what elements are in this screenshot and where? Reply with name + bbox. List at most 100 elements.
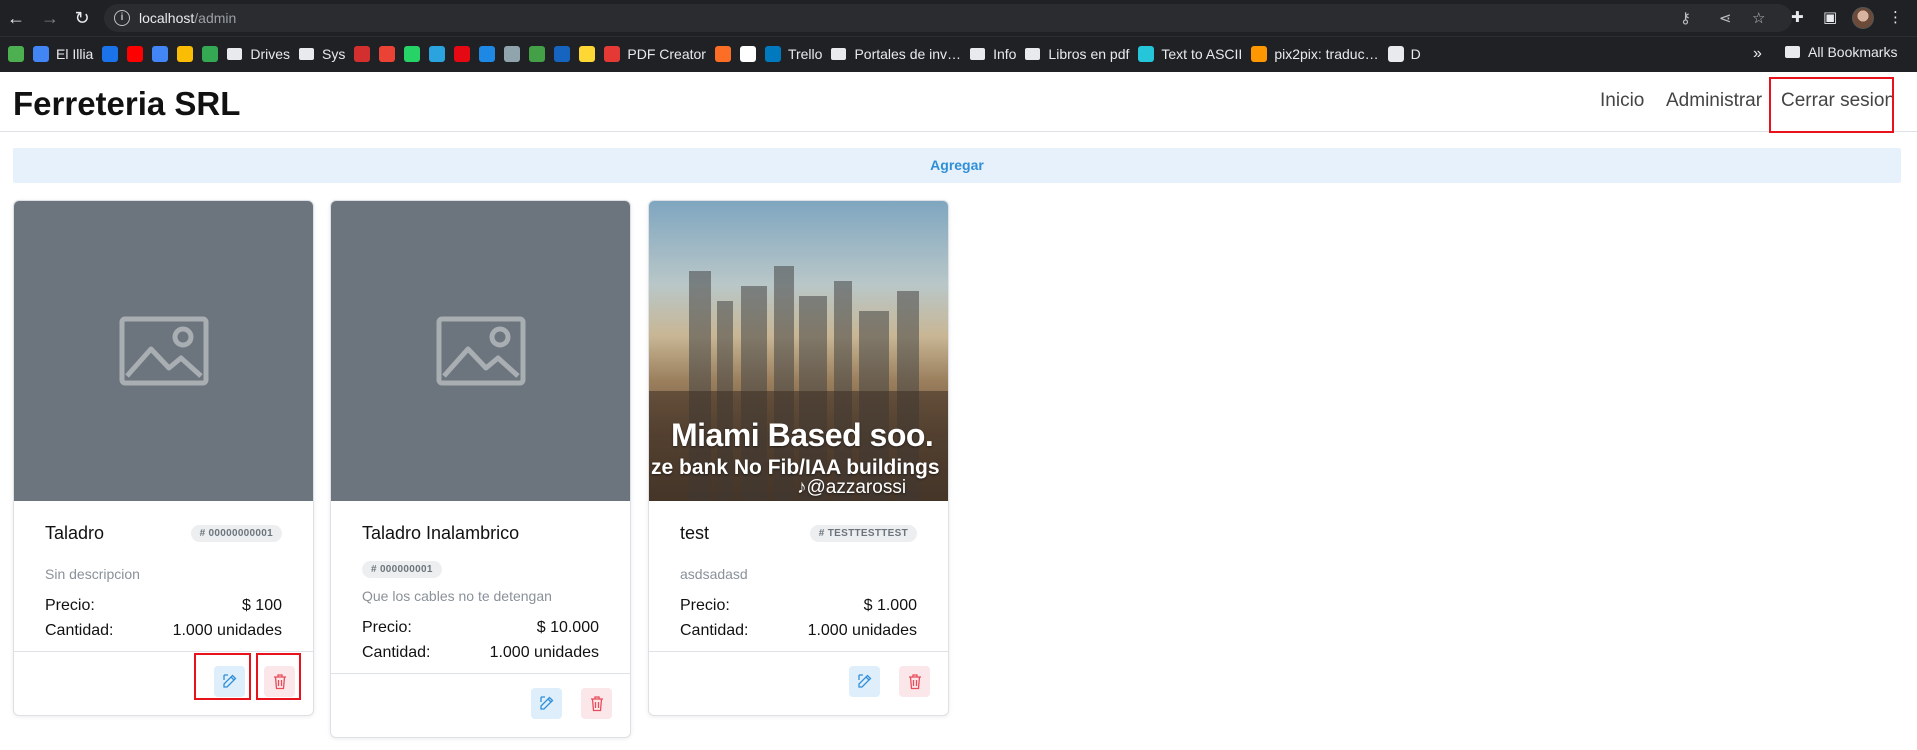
bookmark-label: Drives	[250, 46, 291, 62]
bookmark-item[interactable]: Libros en pdf	[1025, 43, 1129, 65]
drive-icon	[202, 46, 219, 62]
calendar-icon	[102, 46, 119, 62]
product-code-badge: # 00000000001	[190, 525, 282, 542]
bookmark-item[interactable]	[554, 43, 571, 65]
globe-icon	[1387, 46, 1404, 62]
product-image-placeholder	[14, 201, 313, 501]
bookmark-item[interactable]	[379, 43, 396, 65]
bookmark-item[interactable]	[714, 43, 731, 65]
bookmark-item[interactable]	[202, 43, 219, 65]
extensions-icon[interactable]: ✚	[1791, 8, 1804, 28]
bookmark-item[interactable]	[354, 43, 371, 65]
folder-icon	[1025, 48, 1041, 60]
edit-button[interactable]	[849, 666, 880, 697]
bookmark-item[interactable]	[479, 43, 496, 65]
tool-icon	[504, 46, 521, 62]
key-icon[interactable]: ⚷	[1680, 10, 1691, 28]
side-panel-icon[interactable]: ▣	[1823, 8, 1837, 28]
bookmark-label: Trello	[787, 46, 823, 62]
address-bar[interactable]: i localhost/admin ⚷ ⋖ ☆	[104, 4, 1792, 32]
delete-button[interactable]	[899, 666, 930, 697]
bookmark-item[interactable]: PDF Creator	[604, 43, 706, 65]
url-text[interactable]: localhost/admin	[139, 10, 236, 26]
bookmark-item[interactable]	[454, 43, 471, 65]
edit-button[interactable]	[531, 688, 562, 719]
bookmark-item[interactable]	[8, 43, 24, 65]
price-label: Precio:	[45, 597, 95, 614]
product-photo: Miami Based soo. ze bank No Fib/IAA buil…	[649, 201, 948, 501]
bookmark-item[interactable]	[579, 43, 596, 65]
product-code-badge: # 000000001	[362, 561, 442, 578]
bookmark-item[interactable]: Drives	[227, 43, 290, 65]
bookmark-item[interactable]: Text to ASCII	[1138, 43, 1242, 65]
menu-dots-icon[interactable]: ⋮	[1888, 8, 1903, 28]
bookmark-item[interactable]: Trello	[764, 43, 823, 65]
bookmark-item[interactable]: D	[1387, 43, 1421, 65]
translate-icon	[152, 46, 169, 62]
quantity-label: Cantidad:	[362, 644, 431, 661]
forward-arrow-icon[interactable]: →	[38, 6, 62, 30]
all-bookmarks[interactable]: All Bookmarks	[1785, 44, 1897, 60]
price-row: Precio: $ 10.000	[362, 619, 599, 637]
agregar-button[interactable]: Agregar	[13, 148, 1901, 183]
price-label: Precio:	[362, 619, 412, 636]
nav-inicio[interactable]: Inicio	[1600, 90, 1644, 112]
bookmark-star-icon[interactable]: ☆	[1752, 10, 1765, 28]
product-description: asdsadasd	[680, 566, 748, 582]
bookmark-item[interactable]: Info	[970, 43, 1016, 65]
folder-icon	[831, 48, 847, 60]
all-bookmarks-label: All Bookmarks	[1808, 44, 1898, 60]
bookmark-label: D	[1410, 46, 1421, 62]
bookmark-item[interactable]	[739, 43, 756, 65]
bookmark-label: Sys	[322, 46, 346, 62]
card-actions	[649, 651, 948, 715]
doc-icon	[529, 46, 546, 62]
quantity-row: Cantidad: 1.000 unidades	[362, 644, 599, 662]
bookmark-item[interactable]: Sys	[299, 43, 345, 65]
price-value: $ 100	[241, 597, 282, 614]
bookmark-item[interactable]: Portales de inv…	[831, 43, 961, 65]
price-value: $ 1.000	[863, 597, 917, 614]
brand-title[interactable]: Ferreteria SRL	[13, 85, 240, 123]
quantity-row: Cantidad: 1.000 unidades	[45, 622, 282, 640]
site-info-icon[interactable]: i	[114, 10, 130, 26]
edit-icon	[540, 696, 554, 710]
bookmark-item[interactable]: pix2pix: traduc…	[1251, 43, 1379, 65]
bookmark-item[interactable]: El Illia	[33, 43, 93, 65]
trash-icon	[909, 674, 921, 690]
app-icon	[8, 46, 24, 62]
product-card: Miami Based soo. ze bank No Fib/IAA buil…	[648, 200, 949, 716]
share-icon[interactable]: ⋖	[1719, 10, 1732, 28]
image-icon	[119, 316, 209, 386]
profile-avatar[interactable]	[1852, 7, 1874, 29]
html-icon	[554, 46, 571, 62]
bookmark-label: Info	[993, 46, 1017, 62]
whatsapp-icon	[404, 46, 421, 62]
bookmark-item[interactable]	[177, 43, 194, 65]
quantity-row: Cantidad: 1.000 unidades	[680, 622, 917, 640]
back-arrow-icon[interactable]: ←	[4, 6, 28, 30]
trash-icon	[591, 696, 603, 712]
bookmark-item[interactable]	[127, 43, 144, 65]
bookmark-item[interactable]	[102, 43, 119, 65]
bookmark-item[interactable]	[529, 43, 546, 65]
more-bookmarks-chevron-icon[interactable]: »	[1753, 45, 1762, 63]
product-card: Taladro Inalambrico # 000000001 Que los …	[330, 200, 631, 738]
photo-handle: @azzarossi	[806, 477, 907, 498]
reload-icon[interactable]: ↻	[70, 6, 94, 30]
pdf-icon	[604, 46, 621, 62]
product-name: test	[680, 523, 710, 543]
bookmark-item[interactable]	[152, 43, 169, 65]
delete-button[interactable]	[581, 688, 612, 719]
bookmark-item[interactable]	[429, 43, 446, 65]
folder-icon	[970, 48, 986, 60]
bookmark-item[interactable]	[504, 43, 521, 65]
photo-caption: Miami Based soo.	[671, 417, 934, 453]
product-card: Taladro # 00000000001 Sin descripcion Pr…	[13, 200, 314, 716]
star-icon	[354, 46, 371, 62]
site-navbar: Ferreteria SRL Inicio Administrar Cerrar…	[0, 72, 1917, 132]
bookmark-item[interactable]	[404, 43, 421, 65]
bookmark-label: pix2pix: traduc…	[1274, 46, 1379, 62]
bookmark-label: Portales de inv…	[854, 46, 962, 62]
nav-administrar[interactable]: Administrar	[1666, 90, 1762, 112]
